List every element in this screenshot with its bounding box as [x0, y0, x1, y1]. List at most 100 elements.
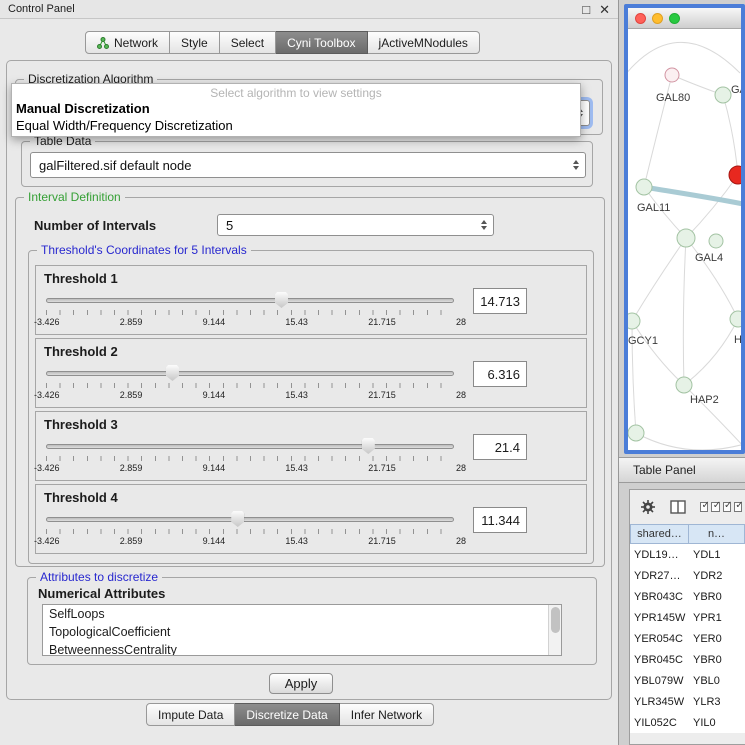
network-node[interactable] — [709, 234, 723, 248]
threshold-value-field[interactable]: 6.316 — [473, 361, 527, 387]
checkbox-icon[interactable] — [711, 502, 719, 512]
network-node[interactable] — [730, 311, 741, 327]
table-row[interactable]: YBR043CYBR0 — [630, 586, 745, 607]
attribute-list-item[interactable]: TopologicalCoefficient — [43, 623, 561, 641]
bottom-tab-infer-network[interactable]: Infer Network — [340, 703, 434, 726]
network-window-titlebar[interactable] — [628, 8, 741, 29]
slider-thumb[interactable] — [275, 292, 288, 308]
threshold-slider[interactable]: -3.4262.8599.14415.4321.71528 — [46, 363, 454, 405]
table-row[interactable]: YBR045CYBR0 — [630, 649, 745, 670]
table-panel-title: Table Panel — [633, 463, 696, 477]
network-node[interactable] — [628, 425, 644, 441]
slider-thumb[interactable] — [362, 438, 375, 454]
table-row[interactable]: YIL052CYIL0 — [630, 712, 745, 733]
network-edge[interactable] — [632, 321, 684, 385]
network-edge[interactable] — [683, 238, 686, 385]
slider-track[interactable] — [46, 444, 454, 449]
slider-track[interactable] — [46, 517, 454, 522]
network-node[interactable] — [628, 313, 640, 329]
threshold-value-field[interactable]: 21.4 — [473, 434, 527, 460]
slider-scale-labels: -3.4262.8599.14415.4321.71528 — [34, 390, 466, 400]
threshold-label: Threshold 3 — [44, 417, 118, 432]
network-node-label: GCY1 — [628, 335, 658, 347]
apply-button[interactable]: Apply — [269, 673, 333, 694]
numerical-attributes-list[interactable]: SelfLoopsTopologicalCoefficientBetweenne… — [42, 604, 562, 656]
slider-thumb[interactable] — [231, 511, 244, 527]
network-node[interactable] — [677, 229, 695, 247]
checkbox-icon[interactable] — [734, 502, 742, 512]
threshold-slider[interactable]: -3.4262.8599.14415.4321.71528 — [46, 436, 454, 478]
dropdown-placeholder-item[interactable]: Select algorithm to view settings — [12, 84, 580, 100]
network-node[interactable] — [729, 166, 741, 184]
network-edge[interactable] — [684, 319, 738, 385]
scale-label: 15.43 — [285, 536, 308, 546]
tab-network[interactable]: Network — [85, 31, 170, 54]
network-edge[interactable] — [686, 238, 738, 319]
list-scrollbar[interactable] — [548, 605, 561, 655]
table-column-header[interactable]: shared… — [630, 524, 689, 544]
network-node[interactable] — [715, 87, 731, 103]
dropdown-option[interactable]: Manual Discretization — [12, 100, 580, 117]
network-edge[interactable] — [723, 95, 738, 175]
tab-cyni-toolbox[interactable]: Cyni Toolbox — [276, 31, 367, 54]
table-row[interactable]: YLR345WYLR3 — [630, 691, 745, 712]
gear-icon[interactable] — [640, 499, 656, 515]
network-node[interactable] — [665, 68, 679, 82]
list-scrollbar-thumb[interactable] — [551, 607, 560, 633]
network-node-label: H — [734, 334, 741, 346]
columns-icon[interactable] — [670, 500, 686, 514]
number-of-intervals-dropdown[interactable]: 5 — [217, 214, 494, 236]
scale-label: 9.144 — [203, 390, 226, 400]
tab-style[interactable]: Style — [170, 31, 220, 54]
table-toolbar — [630, 490, 745, 524]
slider-track[interactable] — [46, 371, 454, 376]
checkbox-icon[interactable] — [700, 502, 708, 512]
table-panel-header: Table Panel — [619, 457, 745, 483]
threshold-value-field[interactable]: 14.713 — [473, 288, 527, 314]
table-column-header[interactable]: n… — [689, 524, 745, 544]
table-row[interactable]: YER054CYER0 — [630, 628, 745, 649]
slider-track[interactable] — [46, 298, 454, 303]
table-data-dropdown[interactable]: galFiltered.sif default node — [30, 152, 586, 178]
scale-label: 9.144 — [203, 536, 226, 546]
screen: Control Panel □ ✕ NetworkStyleSelectCyni… — [0, 0, 745, 745]
top-tabbar: NetworkStyleSelectCyni ToolboxjActiveMNo… — [85, 31, 480, 54]
table-row[interactable]: YDR27…YDR2 — [630, 565, 745, 586]
threshold-value-field[interactable]: 11.344 — [473, 507, 527, 533]
scale-label: 2.859 — [120, 463, 143, 473]
tab-select[interactable]: Select — [220, 31, 276, 54]
threshold-slider[interactable]: -3.4262.8599.14415.4321.71528 — [46, 509, 454, 551]
network-edge[interactable] — [636, 433, 741, 450]
zoom-traffic-light-icon[interactable] — [669, 13, 680, 24]
bottom-tab-discretize-data[interactable]: Discretize Data — [235, 703, 339, 726]
slider-ticks-icon — [46, 529, 454, 534]
network-edge[interactable] — [686, 175, 738, 238]
table-row[interactable]: YPR145WYPR1 — [630, 607, 745, 628]
thresholds-group-title: Threshold's Coordinates for 5 Intervals — [37, 243, 251, 257]
minimize-traffic-light-icon[interactable] — [652, 13, 663, 24]
interval-definition-group: Interval Definition Number of Intervals … — [15, 197, 605, 567]
network-edge[interactable] — [632, 238, 686, 321]
threshold-box: Threshold 4 -3.4262.8599.14415.4321.7152… — [35, 484, 587, 554]
float-window-icon[interactable]: □ — [582, 3, 590, 16]
network-edge[interactable] — [628, 42, 740, 93]
network-canvas[interactable]: GAL80GAGAL11GAL4GCY1HHAP2 — [628, 29, 741, 450]
close-icon[interactable]: ✕ — [599, 3, 610, 16]
close-traffic-light-icon[interactable] — [635, 13, 646, 24]
slider-thumb[interactable] — [166, 365, 179, 381]
attribute-list-item[interactable]: SelfLoops — [43, 605, 561, 623]
table-row[interactable]: YDL19…YDL1 — [630, 544, 745, 565]
threshold-slider[interactable]: -3.4262.8599.14415.4321.71528 — [46, 290, 454, 332]
scale-label: 15.43 — [285, 390, 308, 400]
network-node[interactable] — [676, 377, 692, 393]
checkbox-icon[interactable] — [723, 502, 731, 512]
network-canvas-svg: GAL80GAGAL11GAL4GCY1HHAP2 — [628, 29, 741, 450]
network-node[interactable] — [636, 179, 652, 195]
tab-jactivemnodules[interactable]: jActiveMNodules — [368, 31, 480, 54]
attribute-list-item[interactable]: BetweennessCentrality — [43, 641, 561, 656]
table-row[interactable]: YBL079WYBL0 — [630, 670, 745, 691]
table-cell: YDR2 — [689, 570, 745, 582]
number-of-intervals-value: 5 — [226, 218, 233, 233]
bottom-tab-impute-data[interactable]: Impute Data — [146, 703, 235, 726]
dropdown-option[interactable]: Equal Width/Frequency Discretization — [12, 117, 580, 134]
